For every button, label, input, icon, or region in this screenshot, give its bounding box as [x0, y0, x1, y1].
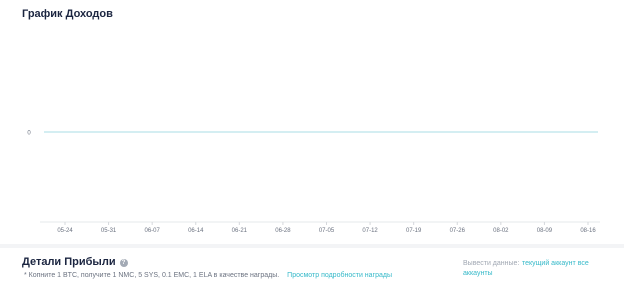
- help-icon[interactable]: ?: [119, 259, 128, 267]
- export-all-accounts-link[interactable]: все: [578, 260, 589, 267]
- x-tick-label: 08-16: [580, 228, 596, 234]
- reward-details-link[interactable]: Просмотр подробности награды: [287, 272, 392, 279]
- reward-text: * Копните 1 BTC, получите 1 NMC, 5 SYS, …: [24, 272, 280, 279]
- y-tick-label: 0: [27, 131, 31, 137]
- reward-info: * Копните 1 BTC, получите 1 NMC, 5 SYS, …: [24, 272, 392, 279]
- export-current-account-link[interactable]: текущий аккаунт: [522, 260, 576, 267]
- x-tick-label: 06-21: [232, 228, 248, 234]
- details-card: [0, 248, 624, 291]
- details-title: Детали Прибыли?: [22, 256, 128, 268]
- x-tick-label: 07-19: [406, 228, 422, 234]
- x-tick-label: 08-09: [537, 228, 553, 234]
- chart-svg: 0 05-24 05-31 06-07 06-14 06-21 06-28 07-05 07-1…: [27, 131, 600, 234]
- x-tick-label: 05-31: [101, 228, 117, 234]
- x-tick-label: 06-14: [188, 228, 204, 234]
- export-label: Вывести данные:: [463, 260, 520, 267]
- export-data-links: текущий аккаунт все: [522, 260, 589, 267]
- x-tick-label: 06-28: [275, 228, 291, 234]
- details-title-text: Детали Прибыли: [22, 256, 116, 268]
- x-tick-label: 07-05: [319, 228, 335, 234]
- x-tick-label: 06-07: [144, 228, 160, 234]
- income-chart: 0 05-24 05-31 06-07 06-14 06-21 06-28 07-05 07-1…: [0, 0, 624, 244]
- x-tick-label: 05-24: [57, 228, 73, 234]
- x-tick-label: 07-12: [362, 228, 378, 234]
- export-all-accounts-link-cont[interactable]: аккаунты: [463, 270, 493, 277]
- x-tick-label: 08-02: [493, 228, 509, 234]
- x-tick-label: 07-26: [450, 228, 466, 234]
- income-chart-card: График Доходов 0 05-24 05-31 06-07 06-14 06-2…: [0, 0, 624, 244]
